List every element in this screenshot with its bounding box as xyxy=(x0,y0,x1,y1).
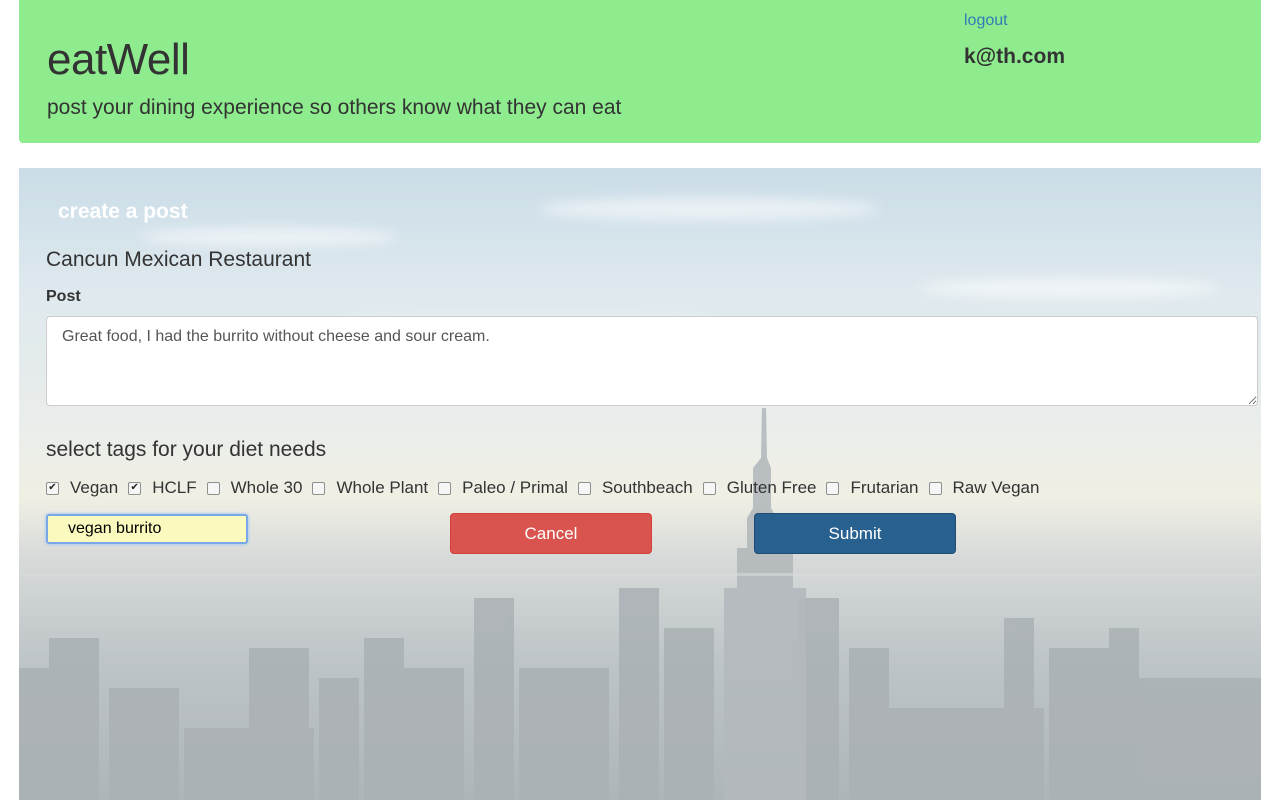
tag-whole-30[interactable]: Whole 30 xyxy=(206,478,313,498)
logout-link[interactable]: logout xyxy=(964,12,1008,30)
tag-whole-plant[interactable]: Whole Plant xyxy=(312,478,438,498)
tag-label: Paleo / Primal xyxy=(462,478,568,497)
checkbox[interactable] xyxy=(826,481,840,495)
tag-frutarian[interactable]: Frutarian xyxy=(826,478,928,498)
custom-tag-input[interactable] xyxy=(46,514,248,544)
tag-label: Whole 30 xyxy=(230,478,303,497)
tagline: post your dining experience so others kn… xyxy=(47,96,622,119)
checkbox[interactable]: ✔ xyxy=(46,481,59,495)
create-post-title: create a post xyxy=(58,200,188,223)
tag-southbeach[interactable]: Southbeach xyxy=(577,478,703,498)
user-email: k@th.com xyxy=(964,45,1065,68)
diet-tags: ✔ Vegan ✔ HCLF Whole 30 Whole Plant Pale… xyxy=(46,478,1049,498)
checkbox[interactable] xyxy=(702,481,716,495)
tag-label: Frutarian xyxy=(850,478,919,497)
post-label: Post xyxy=(46,288,81,305)
tag-label: HCLF xyxy=(152,478,197,497)
tags-heading: select tags for your diet needs xyxy=(46,438,327,461)
tag-gluten-free[interactable]: Gluten Free xyxy=(702,478,827,498)
checkbox[interactable] xyxy=(577,481,591,495)
tag-label: Southbeach xyxy=(601,478,693,497)
create-post-panel: create a post Cancun Mexican Restaurant … xyxy=(19,168,1261,800)
tag-label: Raw Vegan xyxy=(952,478,1040,497)
tag-hclf[interactable]: ✔ HCLF xyxy=(128,478,206,498)
checkbox[interactable] xyxy=(206,481,220,495)
cancel-button[interactable]: Cancel xyxy=(450,513,652,554)
brand-title: eatWell xyxy=(47,35,190,84)
checkbox[interactable] xyxy=(928,481,942,495)
tag-label: Gluten Free xyxy=(726,478,817,497)
checkbox[interactable]: ✔ xyxy=(128,481,142,495)
checkbox[interactable] xyxy=(312,481,326,495)
checkbox[interactable] xyxy=(438,481,452,495)
post-textarea[interactable]: Great food, I had the burrito without ch… xyxy=(46,316,1258,406)
tag-label: Whole Plant xyxy=(336,478,429,497)
tag-label: Vegan xyxy=(70,478,119,497)
restaurant-name: Cancun Mexican Restaurant xyxy=(46,248,311,271)
tag-paleo-primal[interactable]: Paleo / Primal xyxy=(438,478,578,498)
submit-button[interactable]: Submit xyxy=(754,513,956,554)
site-header: eatWell post your dining experience so o… xyxy=(19,0,1261,143)
tag-raw-vegan[interactable]: Raw Vegan xyxy=(928,478,1050,498)
tag-vegan[interactable]: ✔ Vegan xyxy=(46,478,128,498)
